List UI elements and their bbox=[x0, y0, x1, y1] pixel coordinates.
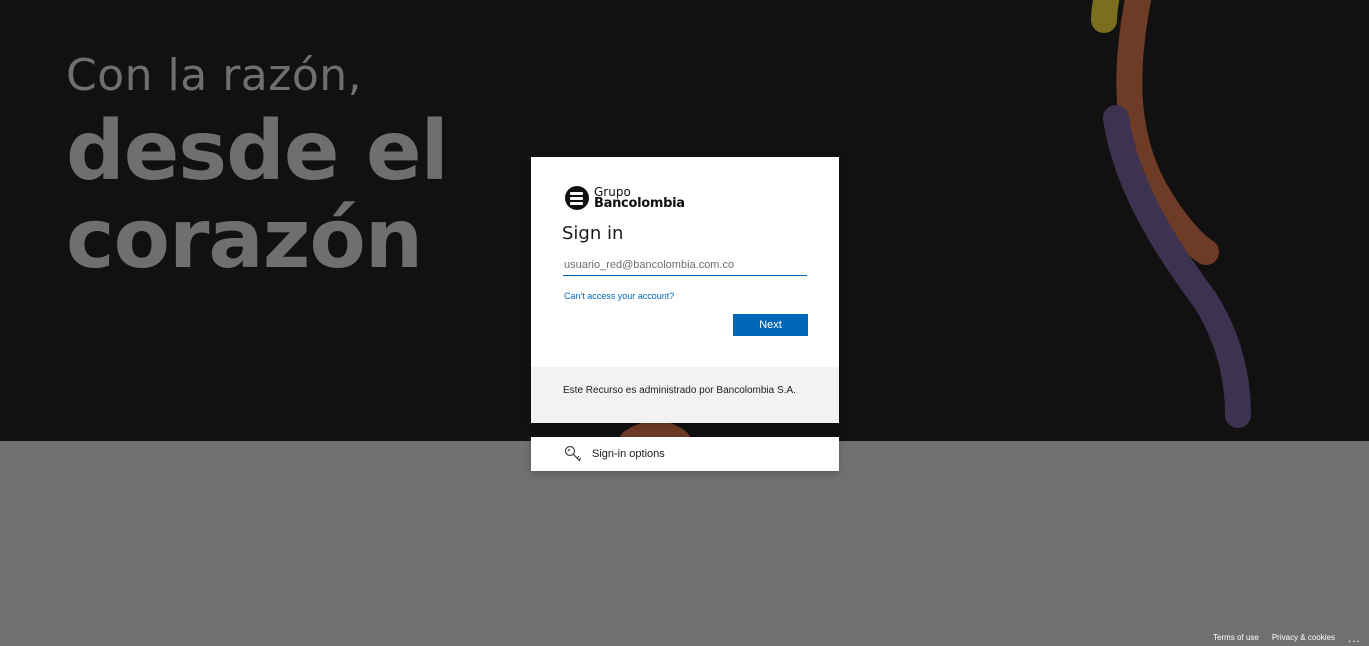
page-title: Sign in bbox=[562, 223, 624, 244]
sign-in-options-button[interactable]: Sign-in options bbox=[531, 437, 839, 471]
logo-wordmark: Grupo Bancolombia bbox=[594, 186, 685, 210]
bancolombia-logo-icon bbox=[565, 186, 589, 210]
cant-access-account-link[interactable]: Can't access your account? bbox=[564, 291, 674, 301]
tagline-line-3: corazón bbox=[66, 192, 423, 287]
sign-in-card-body: Grupo Bancolombia Sign in Can't access y… bbox=[531, 157, 839, 367]
key-icon bbox=[564, 445, 582, 462]
tagline: Con la razón, desde el corazón bbox=[66, 50, 449, 287]
next-button[interactable]: Next bbox=[733, 314, 808, 336]
more-options-icon[interactable]: ... bbox=[1348, 632, 1361, 644]
login-page: Con la razón, desde el corazón Grupo Ban… bbox=[0, 0, 1369, 646]
sign-in-card: Grupo Bancolombia Sign in Can't access y… bbox=[531, 157, 839, 423]
terms-of-use-link[interactable]: Terms of use bbox=[1213, 633, 1259, 642]
tagline-line-1: Con la razón, bbox=[66, 50, 363, 101]
bancolombia-logo: Grupo Bancolombia bbox=[565, 186, 685, 210]
tagline-line-2: desde el bbox=[66, 104, 449, 199]
sign-in-options-label: Sign-in options bbox=[592, 448, 665, 460]
administered-by-text: Este Recurso es administrado por Bancolo… bbox=[563, 385, 796, 396]
page-footer: Terms of use Privacy & cookies ... bbox=[1213, 632, 1361, 644]
privacy-cookies-link[interactable]: Privacy & cookies bbox=[1272, 633, 1335, 642]
email-field[interactable] bbox=[563, 254, 807, 276]
logo-line-2: Bancolombia bbox=[594, 196, 685, 211]
